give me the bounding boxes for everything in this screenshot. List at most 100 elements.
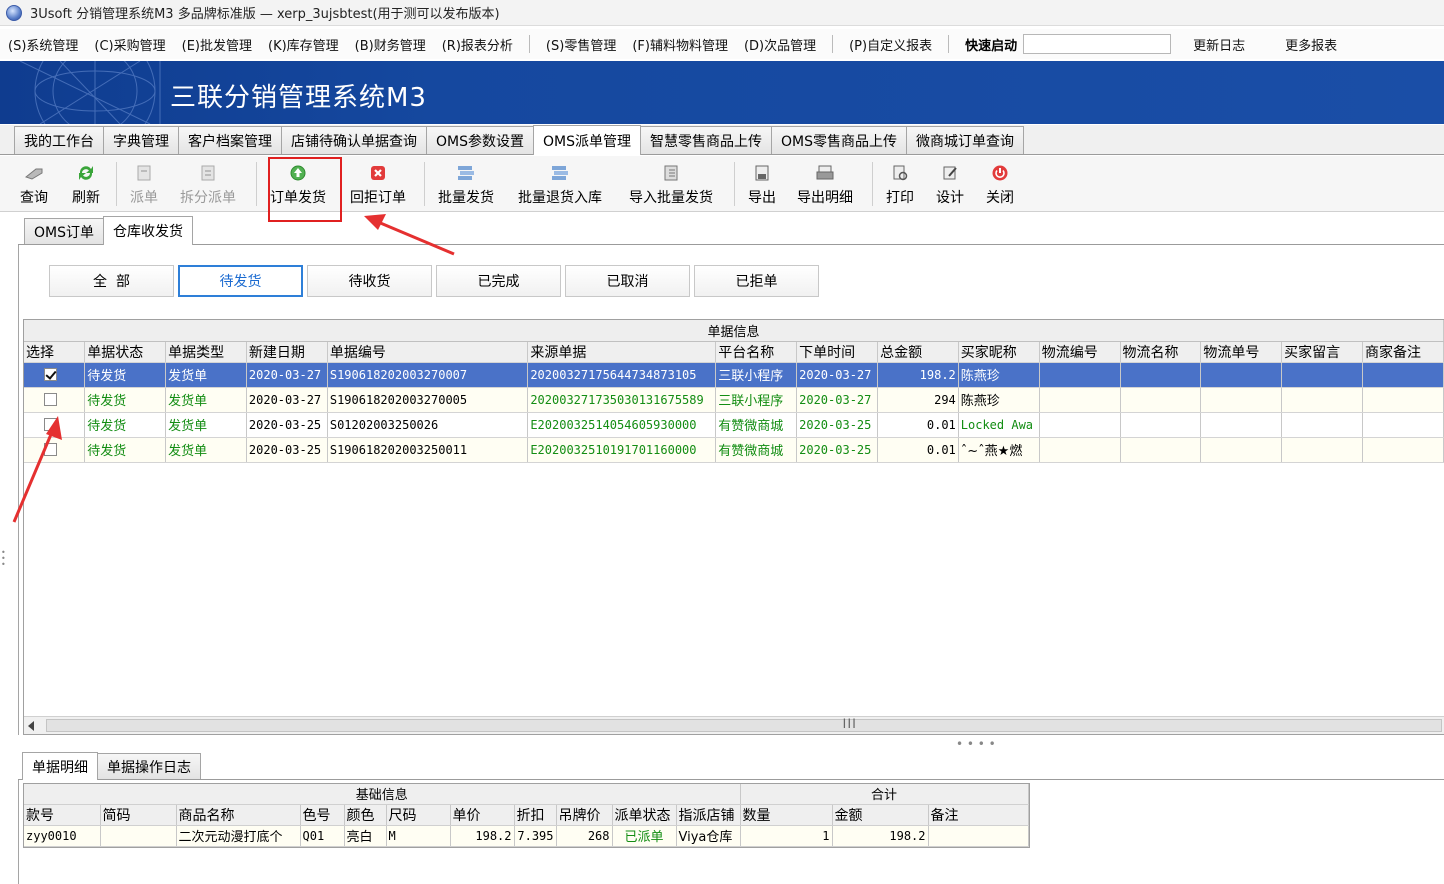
more-reports-link[interactable]: 更多报表	[1285, 35, 1337, 54]
table-row[interactable]: 待发货 发货单 2020-03-27 S190618202003270007 2…	[24, 362, 1444, 388]
col-header-tracking-number[interactable]: 物流单号	[1200, 341, 1283, 363]
side-splitter-grip[interactable]: • • •	[1, 549, 7, 569]
close-button[interactable]: 关闭	[986, 160, 1014, 208]
row-select-cell[interactable]	[24, 437, 86, 463]
col-header-buyer[interactable]: 买家昵称	[958, 341, 1040, 363]
filter-rejected-button[interactable]: 已拒单	[694, 265, 819, 297]
col-header-type[interactable]: 单据类型	[165, 341, 247, 363]
tab-customer-files[interactable]: 客户档案管理	[178, 126, 282, 154]
import-batch-ship-button[interactable]: 导入批量发货	[629, 160, 713, 208]
export-button[interactable]: 导出	[748, 160, 776, 208]
scrollbar-thumb[interactable]	[46, 719, 1442, 732]
col-header-select[interactable]: 选择	[24, 341, 86, 363]
scroll-left-arrow-icon[interactable]	[28, 721, 34, 731]
detail-col-qty[interactable]: 数量	[740, 804, 833, 826]
detail-col-color[interactable]: 颜色	[344, 804, 387, 826]
tab-oms-retail-upload[interactable]: OMS零售商品上传	[771, 126, 907, 154]
row-select-cell[interactable]	[24, 412, 86, 438]
split-dispatch-button[interactable]: 拆分派单	[180, 160, 236, 208]
detail-col-amount[interactable]: 金额	[832, 804, 929, 826]
detail-col-short[interactable]: 简码	[100, 804, 177, 826]
table-row[interactable]: 待发货 发货单 2020-03-25 S01202003250026 E2020…	[24, 412, 1444, 438]
col-header-platform[interactable]: 平台名称	[715, 341, 798, 363]
grid-horizontal-scrollbar[interactable]: ┃┃┃	[24, 716, 1444, 734]
col-header-merchant-note[interactable]: 商家备注	[1362, 341, 1444, 363]
quick-launch-input[interactable]	[1023, 34, 1172, 54]
col-header-number[interactable]: 单据编号	[327, 341, 529, 363]
row-checkbox[interactable]	[44, 443, 57, 456]
filter-completed-button[interactable]: 已完成	[436, 265, 561, 297]
filter-cancelled-button[interactable]: 已取消	[565, 265, 690, 297]
batch-ship-button[interactable]: 批量发货	[438, 160, 494, 208]
col-header-source[interactable]: 来源单据	[527, 341, 717, 363]
col-header-amount[interactable]: 总金额	[877, 341, 959, 363]
print-button[interactable]: 打印	[886, 160, 914, 208]
cell-amount: 0.01	[877, 412, 959, 438]
table-row[interactable]: 待发货 发货单 2020-03-25 S190618202003250011 E…	[24, 437, 1444, 463]
menu-defects[interactable]: (D)次品管理	[744, 35, 816, 54]
col-header-logistics-code[interactable]: 物流编号	[1039, 341, 1121, 363]
banner-title: 三联分销管理系统M3	[170, 83, 427, 113]
detail-col-size[interactable]: 尺码	[386, 804, 451, 826]
col-header-order-time[interactable]: 下单时间	[796, 341, 879, 363]
tab-document-detail[interactable]: 单据明细	[22, 752, 98, 780]
menu-system[interactable]: (S)系统管理	[8, 35, 78, 54]
table-row[interactable]: 待发货 发货单 2020-03-27 S190618202003270005 2…	[24, 387, 1444, 413]
detail-col-tag-price[interactable]: 吊牌价	[556, 804, 613, 826]
tab-wechat-mall-orders[interactable]: 微商城订单查询	[906, 126, 1024, 154]
batch-return-label: 批量退货入库	[518, 190, 602, 206]
tab-warehouse-shipping[interactable]: 仓库收发货	[103, 216, 193, 245]
col-header-buyer-message[interactable]: 买家留言	[1281, 341, 1363, 363]
detail-col-discount[interactable]: 折扣	[514, 804, 557, 826]
detail-col-price[interactable]: 单价	[450, 804, 515, 826]
menu-reports[interactable]: (R)报表分析	[442, 35, 513, 54]
tab-oms-params[interactable]: OMS参数设置	[426, 126, 534, 154]
menu-custom-reports[interactable]: (P)自定义报表	[849, 35, 932, 54]
dispatch-button[interactable]: 派单	[130, 160, 158, 208]
col-header-logistics-name[interactable]: 物流名称	[1120, 341, 1202, 363]
tab-operation-log[interactable]: 单据操作日志	[97, 753, 201, 779]
tab-oms-orders[interactable]: OMS订单	[24, 218, 104, 244]
reject-order-button[interactable]: 回拒订单	[350, 160, 406, 208]
menu-retail[interactable]: (S)零售管理	[546, 35, 616, 54]
detail-col-remark[interactable]: 备注	[928, 804, 1029, 826]
detail-cell-size: M	[386, 825, 451, 847]
filter-pending-ship-button[interactable]: 待发货	[178, 265, 303, 297]
detail-col-color-no[interactable]: 色号	[300, 804, 345, 826]
tab-my-workbench[interactable]: 我的工作台	[14, 126, 104, 154]
row-checkbox[interactable]	[44, 393, 57, 406]
row-checkbox[interactable]	[44, 418, 57, 431]
detail-col-store[interactable]: 指派店铺	[676, 804, 741, 826]
row-select-cell[interactable]	[24, 362, 86, 388]
row-checkbox[interactable]	[44, 368, 57, 381]
menu-materials[interactable]: (F)辅料物料管理	[632, 35, 728, 54]
detail-col-name[interactable]: 商品名称	[176, 804, 301, 826]
menu-inventory[interactable]: (K)库存管理	[268, 35, 339, 54]
toolbar: 查询 刷新 派单 拆分派单 订单发货 回拒订单 批量发货 批量退货入库 导入批量…	[0, 156, 1444, 212]
panel-splitter-grip[interactable]: • • • •	[956, 737, 996, 751]
refresh-button[interactable]: 刷新	[72, 160, 100, 208]
menu-wholesale[interactable]: (E)批发管理	[182, 35, 252, 54]
tab-smart-retail-upload[interactable]: 智慧零售商品上传	[640, 126, 772, 154]
design-button[interactable]: 设计	[936, 160, 964, 208]
tab-dictionary[interactable]: 字典管理	[103, 126, 179, 154]
menu-finance[interactable]: (B)财务管理	[355, 35, 426, 54]
filter-all-button[interactable]: 全 部	[49, 265, 174, 297]
tab-oms-dispatch[interactable]: OMS派单管理	[533, 125, 641, 155]
title-bar: 3Usoft 分销管理系统M3 多品牌标准版 — xerp_3ujsbtest(…	[0, 0, 1444, 26]
row-select-cell[interactable]	[24, 387, 86, 413]
query-button[interactable]: 查询	[20, 160, 48, 208]
update-log-link[interactable]: 更新日志	[1193, 35, 1245, 54]
detail-row[interactable]: zyy0010 二次元动漫打底个 Q01 亮白 M 198.2 7.395 26…	[24, 825, 1029, 847]
ship-order-button[interactable]: 订单发货	[270, 160, 326, 208]
detail-col-code[interactable]: 款号	[24, 804, 101, 826]
menu-purchase[interactable]: (C)采购管理	[94, 35, 165, 54]
detail-column-header-row: 款号 简码 商品名称 色号 颜色 尺码 单价 折扣 吊牌价 派单状态 指派店铺 …	[24, 804, 1029, 826]
col-header-status[interactable]: 单据状态	[84, 341, 167, 363]
col-header-date[interactable]: 新建日期	[246, 341, 328, 363]
batch-return-button[interactable]: 批量退货入库	[518, 160, 602, 208]
detail-col-dispatch-status[interactable]: 派单状态	[612, 804, 677, 826]
filter-pending-receive-button[interactable]: 待收货	[307, 265, 432, 297]
export-detail-button[interactable]: 导出明细	[797, 160, 853, 208]
tab-store-pending-docs[interactable]: 店铺待确认单据查询	[281, 126, 427, 154]
